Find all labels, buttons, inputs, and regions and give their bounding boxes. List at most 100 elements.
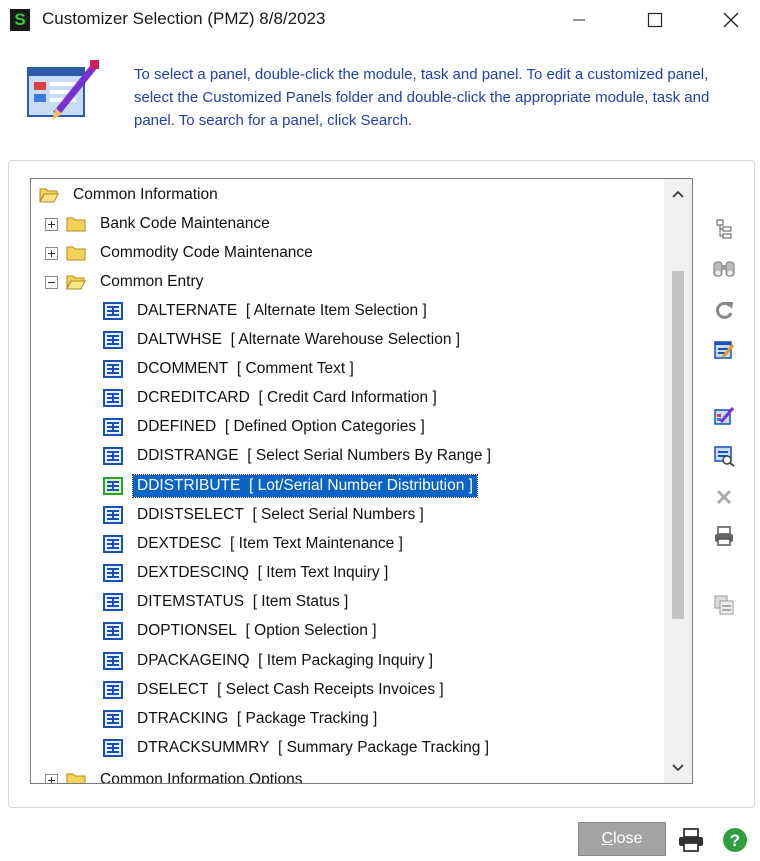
scrollbar-thumb[interactable] bbox=[672, 271, 684, 619]
search-binoculars-icon bbox=[713, 261, 735, 277]
close-button-mnemonic: C bbox=[601, 830, 614, 847]
preview-panel-button[interactable] bbox=[710, 443, 738, 469]
panel-icon bbox=[103, 418, 123, 436]
edit-panel-icon bbox=[714, 341, 735, 359]
print-toolbar-button[interactable] bbox=[710, 523, 738, 549]
panel-icon bbox=[103, 447, 123, 465]
panel-label: DOPTIONSEL [ Option Selection ] bbox=[137, 622, 377, 639]
panel-label: DCREDITCARD [ Credit Card Information ] bbox=[137, 389, 437, 406]
svg-text:?: ? bbox=[730, 831, 740, 850]
panel-label: DALTWHSE [ Alternate Warehouse Selection… bbox=[137, 331, 461, 348]
panel-icon bbox=[103, 622, 123, 640]
panel-node-dtracksummry[interactable]: DTRACKSUMMRY [ Summary Package Tracking … bbox=[103, 735, 493, 761]
search-button[interactable] bbox=[710, 256, 738, 282]
printer-icon bbox=[679, 828, 703, 852]
panel-node-dcomment[interactable]: DCOMMENT [ Comment Text ] bbox=[103, 356, 358, 382]
panel-node-daltwhse[interactable]: DALTWHSE [ Alternate Warehouse Selection… bbox=[103, 327, 464, 353]
chevron-down-icon bbox=[672, 764, 684, 772]
tree-node-label: Common Information Options bbox=[100, 771, 303, 783]
tree-node-label: Bank Code Maintenance bbox=[100, 215, 270, 232]
open-folder-icon bbox=[39, 188, 59, 203]
panel-icon bbox=[103, 331, 123, 349]
panel-icon bbox=[103, 506, 123, 524]
panel-node-dalternate[interactable]: DALTERNATE [ Alternate Item Selection ] bbox=[103, 298, 431, 324]
panel-node-ddistselect[interactable]: DDISTSELECT [ Select Serial Numbers ] bbox=[103, 502, 428, 528]
expand-icon[interactable] bbox=[45, 246, 58, 260]
tree-node-label: Common Entry bbox=[100, 273, 204, 290]
tree-node-label: Common Information bbox=[73, 186, 218, 203]
collapse-icon[interactable] bbox=[45, 275, 58, 289]
panel-icon bbox=[103, 477, 123, 495]
panel-icon bbox=[103, 535, 123, 553]
preview-panel-icon bbox=[714, 446, 735, 467]
panel-node-ditemstatus[interactable]: DITEMSTATUS [ Item Status ] bbox=[103, 589, 352, 615]
customizer-panel-icon bbox=[27, 60, 99, 120]
panel-icon bbox=[103, 739, 123, 757]
customize-panel-button[interactable] bbox=[710, 403, 738, 429]
scroll-down-button[interactable] bbox=[664, 755, 692, 781]
tree-node-bank-code-maintenance[interactable]: Bank Code Maintenance bbox=[45, 211, 274, 237]
panel-node-dselect[interactable]: DSELECT [ Select Cash Receipts Invoices … bbox=[103, 677, 448, 703]
panel-node-ddistribute[interactable]: DDISTRIBUTE [ Lot/Serial Number Distribu… bbox=[103, 473, 478, 499]
panel-icon bbox=[103, 564, 123, 582]
tree-node-commodity-code-maintenance[interactable]: Commodity Code Maintenance bbox=[45, 240, 317, 266]
close-button[interactable]: Close bbox=[578, 822, 666, 856]
panel-icon bbox=[103, 681, 123, 699]
panel-label: DSELECT [ Select Cash Receipts Invoices … bbox=[137, 681, 444, 698]
print-button[interactable] bbox=[677, 826, 705, 854]
sage-app-icon: S bbox=[10, 9, 30, 31]
panel-node-ddistrange[interactable]: DDISTRANGE [ Select Serial Numbers By Ra… bbox=[103, 443, 495, 469]
panel-label: DTRACKING [ Package Tracking ] bbox=[137, 710, 378, 727]
panel-node-dtracking[interactable]: DTRACKING [ Package Tracking ] bbox=[103, 706, 381, 732]
maximize-button[interactable] bbox=[632, 0, 678, 40]
panel-label: DEXTDESCINQ [ Item Text Inquiry ] bbox=[137, 564, 389, 581]
title-bar: S Customizer Selection (PMZ) 8/8/2023 bbox=[0, 0, 760, 40]
tree-view-button[interactable] bbox=[710, 216, 738, 242]
instructions-text: To select a panel, double-click the modu… bbox=[134, 66, 710, 129]
edit-panel-button[interactable] bbox=[710, 337, 738, 363]
panel-icon bbox=[103, 652, 123, 670]
folder-icon bbox=[66, 217, 86, 232]
panel-node-dextdesc[interactable]: DEXTDESC [ Item Text Maintenance ] bbox=[103, 531, 407, 557]
panel-icon bbox=[103, 710, 123, 728]
expand-icon[interactable] bbox=[45, 217, 58, 231]
print-icon bbox=[715, 526, 733, 546]
vertical-scrollbar[interactable] bbox=[664, 179, 692, 783]
minimize-icon bbox=[573, 19, 585, 21]
expand-icon[interactable] bbox=[45, 773, 58, 783]
copy-panel-icon bbox=[714, 595, 734, 615]
close-window-button[interactable] bbox=[708, 0, 754, 40]
tree-view-icon bbox=[716, 219, 732, 239]
panel-node-doptionsel[interactable]: DOPTIONSEL [ Option Selection ] bbox=[103, 618, 381, 644]
panel-node-dextdescinq[interactable]: DEXTDESCINQ [ Item Text Inquiry ] bbox=[103, 560, 392, 586]
panel-label: DDISTSELECT [ Select Serial Numbers ] bbox=[137, 506, 424, 523]
minimize-button[interactable] bbox=[556, 0, 602, 40]
panel-tree-view[interactable]: Common Information Bank Code Maintenance… bbox=[30, 178, 693, 784]
delete-button[interactable] bbox=[710, 484, 738, 510]
copy-panel-button[interactable] bbox=[710, 592, 738, 618]
tree-node-common-information[interactable]: Common Information bbox=[39, 182, 222, 208]
panel-label: DALTERNATE [ Alternate Item Selection ] bbox=[137, 302, 427, 319]
tree-node-common-information-options[interactable]: Common Information Options bbox=[45, 767, 306, 783]
panel-node-ddefined[interactable]: DDEFINED [ Defined Option Categories ] bbox=[103, 414, 429, 440]
refresh-button[interactable] bbox=[710, 297, 738, 323]
open-folder-icon bbox=[66, 275, 86, 290]
folder-icon bbox=[66, 246, 86, 261]
panel-node-dcreditcard[interactable]: DCREDITCARD [ Credit Card Information ] bbox=[103, 385, 441, 411]
scroll-up-button[interactable] bbox=[664, 181, 692, 207]
delete-icon bbox=[716, 489, 732, 505]
maximize-icon bbox=[647, 12, 663, 28]
panel-icon bbox=[103, 360, 123, 378]
chevron-up-icon bbox=[672, 190, 684, 198]
panel-label: DCOMMENT [ Comment Text ] bbox=[137, 360, 354, 377]
folder-icon bbox=[66, 773, 86, 783]
close-icon bbox=[723, 12, 739, 28]
panel-label: DTRACKSUMMRY [ Summary Package Tracking … bbox=[137, 739, 490, 756]
window-title: Customizer Selection (PMZ) 8/8/2023 bbox=[42, 9, 326, 28]
panel-label: DPACKAGEINQ [ Item Packaging Inquiry ] bbox=[137, 652, 434, 669]
panel-label: DDISTRANGE [ Select Serial Numbers By Ra… bbox=[137, 447, 492, 464]
tree-node-common-entry[interactable]: Common Entry bbox=[45, 269, 207, 295]
panel-node-dpackageinq[interactable]: DPACKAGEINQ [ Item Packaging Inquiry ] bbox=[103, 648, 437, 674]
help-button[interactable]: ? bbox=[721, 826, 749, 854]
panel-icon bbox=[103, 302, 123, 320]
